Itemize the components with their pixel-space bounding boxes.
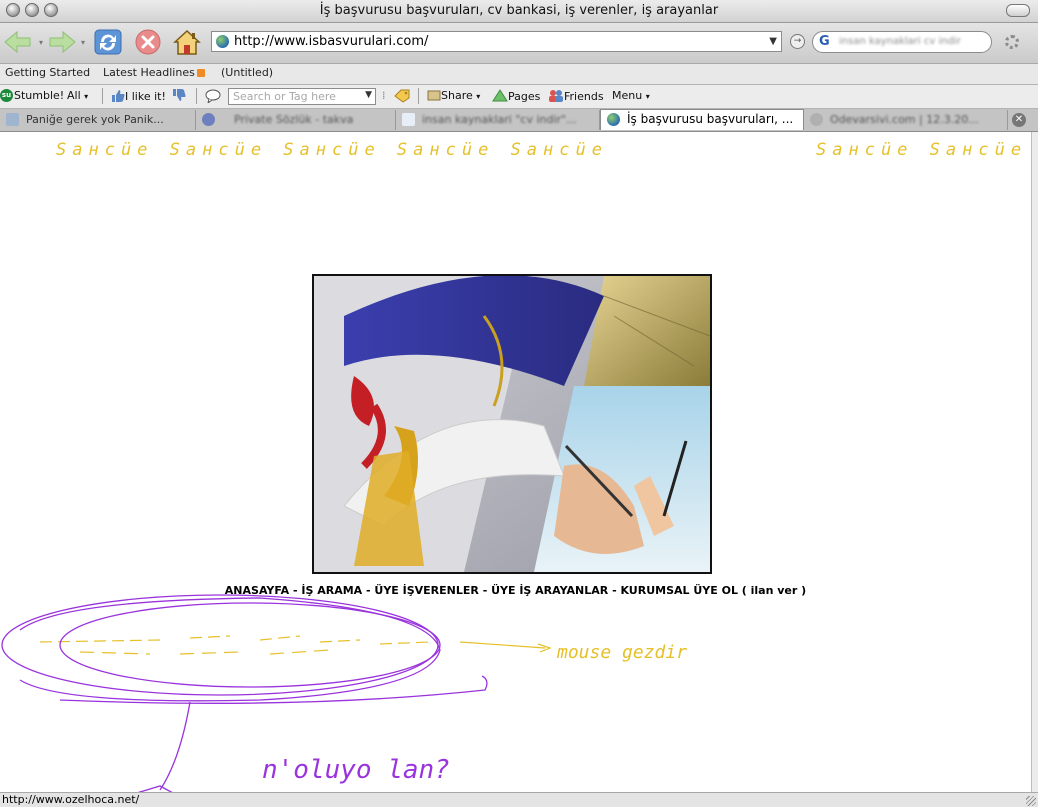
close-tab-button[interactable]: ✕ — [1012, 113, 1026, 127]
tag-icon — [394, 89, 410, 103]
forward-history-dropdown[interactable]: ▾ — [78, 27, 88, 57]
forward-button[interactable] — [46, 27, 78, 57]
annotation-noluyo-lan: n'oluyo lan? — [262, 755, 450, 785]
friends-icon — [549, 90, 563, 102]
window-title: İş başvurusu başvuruları, cv bankasi, iş… — [319, 3, 719, 18]
toolbar-grip: ⁞ — [382, 89, 386, 102]
annotation-mouse-gezdir: mouse gezdir — [556, 642, 687, 663]
thumbs-down-icon — [173, 89, 186, 101]
tab-favicon-icon — [6, 113, 19, 126]
url-bar[interactable]: http://www.isbasvurulari.com/ ▼ — [211, 31, 782, 52]
tab-label: Odevarsivi.com | 12.3.20... — [830, 113, 979, 126]
bookmark-latest-headlines[interactable]: Latest Headlines — [103, 66, 205, 79]
tab-label: Paniğe gerek yok Panik... — [26, 113, 164, 126]
bookmark-getting-started[interactable]: Getting Started — [5, 66, 90, 79]
friends-button[interactable]: Friends — [548, 89, 604, 103]
stumble-menu-button[interactable]: Menu ▾ — [612, 89, 650, 102]
tab-strip: Paniğe gerek yok Panik... Private Sözlük… — [0, 109, 1038, 132]
bookmarks-toolbar: Getting Started Latest Headlines (Untitl… — [0, 64, 1038, 85]
tag-search-placeholder: Search or Tag here — [233, 90, 336, 103]
stumble-button[interactable]: Stumble! — [14, 89, 64, 102]
back-button[interactable] — [2, 27, 34, 57]
tab-google-search[interactable]: insan kaynaklari "cv indir"... — [396, 110, 600, 130]
tag-button[interactable] — [394, 89, 410, 106]
web-search-input[interactable]: G insan kaynaklari cv indir — [812, 31, 992, 53]
search-query-text: insan kaynaklari cv indir — [839, 36, 961, 47]
home-button[interactable] — [171, 27, 203, 57]
stumble-menu-label: Menu — [612, 89, 643, 102]
friends-label: Friends — [564, 90, 604, 103]
toolbar-toggle-button[interactable] — [1006, 4, 1030, 17]
tab-favicon-icon — [202, 113, 215, 126]
i-like-it-label: I like it! — [125, 90, 166, 103]
resize-grip-icon[interactable] — [1026, 796, 1036, 806]
i-like-it-button[interactable]: I like it! — [111, 89, 166, 103]
tag-search-input[interactable]: Search or Tag here ▼ — [228, 88, 376, 105]
vertical-scrollbar[interactable] — [1031, 132, 1038, 792]
stumbleupon-toolbar: su Stumble! All ▾ I like it! Search or T… — [0, 85, 1038, 109]
google-icon: G — [819, 34, 830, 49]
toolbar-separator — [196, 88, 197, 104]
thumbs-down-button[interactable] — [172, 89, 186, 105]
tab-panige-gerek-yok[interactable]: Paniğe gerek yok Panik... — [0, 110, 196, 130]
toolbar-separator — [102, 88, 103, 104]
status-text: http://www.ozelhoca.net/ — [2, 793, 140, 806]
forward-arrow-icon — [49, 30, 76, 54]
bookmark-untitled[interactable]: (Untitled) — [221, 66, 273, 79]
stop-button[interactable] — [132, 27, 164, 57]
tab-favicon-icon — [402, 113, 415, 126]
share-label: Share — [441, 89, 473, 102]
speech-bubble-icon — [205, 89, 221, 105]
pages-icon — [492, 89, 508, 102]
tab-favicon-icon — [810, 113, 823, 126]
back-arrow-icon — [4, 30, 31, 54]
tab-label: İş başvurusu başvuruları, ... — [627, 112, 794, 126]
go-button[interactable]: → — [790, 34, 805, 49]
stop-icon — [135, 29, 161, 55]
tab-isbasvurulari[interactable]: İş başvurusu başvuruları, ... — [600, 109, 804, 130]
share-icon — [427, 90, 441, 101]
site-favicon-icon — [216, 35, 229, 48]
reload-icon — [94, 29, 122, 55]
url-history-dropdown-icon[interactable]: ▼ — [769, 36, 777, 47]
rss-feed-icon — [196, 69, 205, 77]
reload-button[interactable] — [92, 27, 124, 57]
pages-button[interactable]: Pages — [492, 89, 540, 103]
tab-label: Private Sözlük - takva — [234, 113, 354, 126]
window-title-bar: İş başvurusu başvuruları, cv bankasi, iş… — [0, 0, 1038, 23]
handwritten-scribble-left: Sансüе Sансüе Sансüе Sансüе Sансüе — [56, 140, 608, 160]
url-text: http://www.isbasvurulari.com/ — [234, 34, 429, 49]
pages-label: Pages — [508, 90, 541, 103]
tab-label: insan kaynaklari "cv indir"... — [422, 113, 577, 126]
stumble-category-dropdown[interactable]: All ▾ — [67, 89, 88, 102]
handwritten-scribble-right: Sансüе Sансüе — [816, 140, 1028, 160]
back-history-dropdown[interactable]: ▾ — [36, 27, 46, 57]
status-bar: http://www.ozelhoca.net/ — [0, 792, 1038, 807]
handwritten-annotations: mouse gezdir n'oluyo lan? — [1, 594, 687, 800]
hero-image — [312, 274, 712, 574]
stumble-category-label: All — [67, 89, 81, 102]
toolbar-separator — [418, 88, 419, 104]
tab-favicon-icon — [607, 113, 620, 126]
tab-odevarsivi[interactable]: Odevarsivi.com | 12.3.20... — [804, 110, 1008, 130]
loading-throbber-icon — [1005, 35, 1019, 49]
stumbleupon-logo-icon: su — [0, 89, 13, 102]
bookmark-latest-headlines-label: Latest Headlines — [103, 66, 195, 79]
navigation-toolbar: ▾ ▾ http://www.isbasvurulari.com/ ▼ → G … — [0, 23, 1038, 64]
tag-search-dropdown-icon[interactable]: ▼ — [365, 90, 372, 100]
comment-button[interactable] — [205, 89, 221, 106]
home-icon — [173, 29, 201, 55]
tab-private-sozluk[interactable]: Private Sözlük - takva — [196, 110, 396, 130]
thumbs-up-icon — [112, 90, 125, 102]
share-button[interactable]: Share ▾ — [427, 89, 480, 102]
